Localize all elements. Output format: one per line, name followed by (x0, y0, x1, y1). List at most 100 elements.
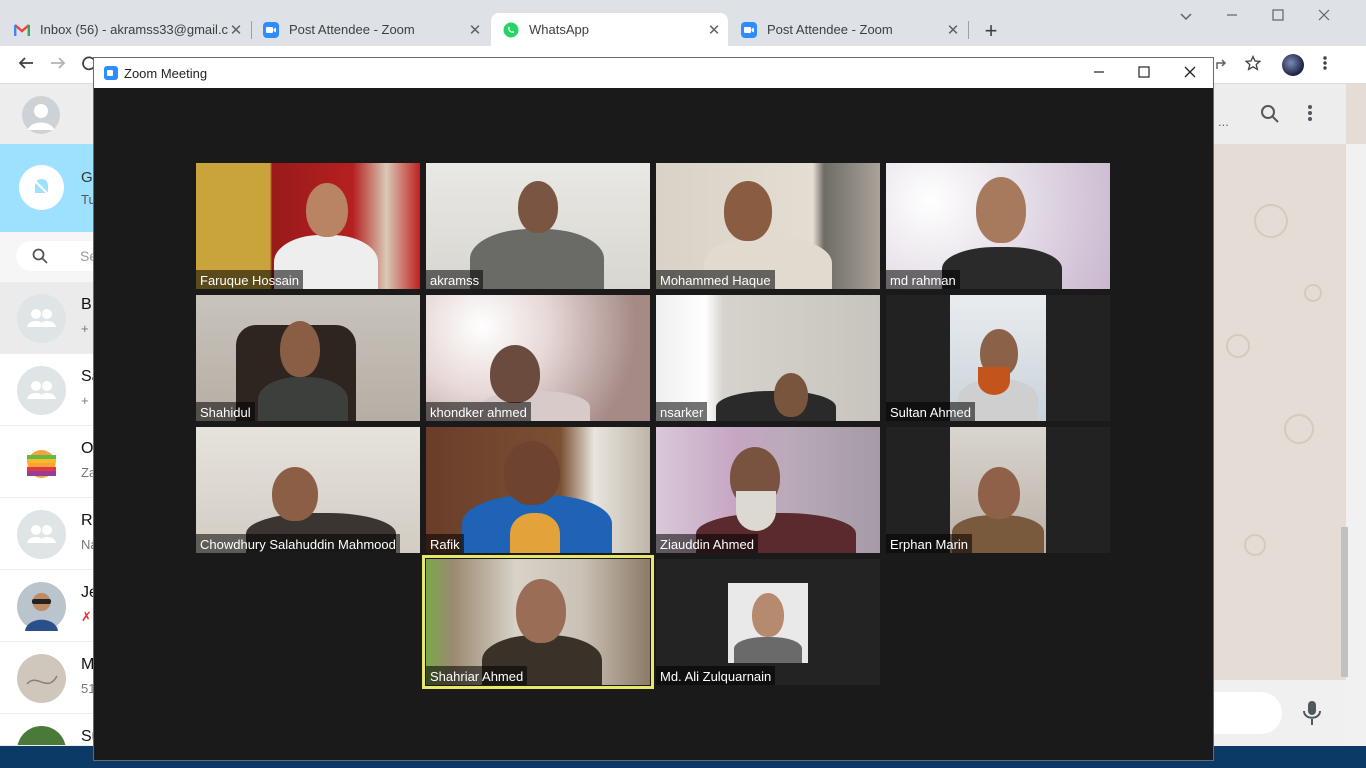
my-avatar[interactable] (22, 96, 60, 134)
gmail-icon (14, 22, 30, 38)
close-window-icon[interactable] (1180, 63, 1200, 83)
notifications-off-icon (19, 165, 64, 210)
participant-name: Rafik (426, 534, 464, 553)
contact-photo-avatar (17, 654, 66, 703)
tab-title: Post Attendee - Zoom (289, 22, 415, 37)
message-input[interactable] (1214, 692, 1282, 734)
chat-item[interactable]: Sa + (0, 354, 101, 426)
search-icon (32, 248, 48, 269)
participant-video-tile[interactable]: akramss (426, 163, 650, 289)
tab-title: WhatsApp (529, 22, 589, 37)
tab-whatsapp[interactable]: WhatsApp ✕ (491, 13, 728, 46)
chat-preview: + (81, 393, 89, 408)
participant-profile-photo (728, 583, 808, 663)
chat-name: R (81, 512, 93, 529)
maximize-icon[interactable] (1134, 63, 1154, 83)
tab-gmail[interactable]: Inbox (56) - akramss33@gmail.co ✕ (14, 13, 250, 46)
minimize-icon[interactable] (1089, 63, 1109, 83)
close-window-icon[interactable] (1314, 8, 1334, 26)
participant-name: Ziauddin Ahmed (656, 534, 758, 553)
zoom-title-bar: Zoom Meeting (94, 58, 1213, 88)
menu-dots-icon[interactable] (1308, 104, 1312, 127)
participant-video-tile[interactable]: Rafik (426, 427, 650, 553)
scrollbar-thumb[interactable] (1341, 527, 1348, 677)
participant-name: Shahidul (196, 402, 255, 421)
participant-video-tile-active-speaker[interactable]: Shahriar Ahmed (422, 555, 654, 689)
chat-item[interactable]: R Na (0, 498, 98, 570)
zoom-icon (741, 21, 757, 38)
forward-arrow-icon[interactable] (47, 55, 69, 76)
participant-video-tile[interactable]: Chowdhury Salahuddin Mahmood (196, 427, 420, 553)
wallpaper-doodle (1254, 204, 1288, 238)
participant-name: khondker ahmed (426, 402, 531, 421)
wallpaper-doodle (1304, 284, 1322, 302)
gallery-view: Faruque Hossain akramss Mohammed Haque m… (94, 88, 1213, 760)
zoom-meeting-window: Zoom Meeting Faruque Hossain akramss Moh… (93, 57, 1214, 761)
minimize-icon[interactable] (1222, 8, 1242, 26)
maximize-icon[interactable] (1268, 8, 1288, 26)
participant-name: akramss (426, 270, 484, 289)
new-tab-button[interactable]: + (980, 18, 1002, 44)
zoom-window-title: Zoom Meeting (124, 66, 208, 81)
zoom-icon (263, 21, 279, 38)
search-icon[interactable] (1260, 104, 1280, 129)
participant-video-tile[interactable]: nsarker (656, 295, 880, 421)
participant-name: Md. Ali Zulquarnain (656, 666, 776, 685)
participant-video-tile[interactable]: Sultan Ahmed (886, 295, 1110, 421)
participant-video-tile[interactable]: Faruque Hossain (196, 163, 420, 289)
participant-video-tile[interactable]: Ziauddin Ahmed (656, 427, 880, 553)
tab-strip: Inbox (56) - akramss33@gmail.co ✕ Post A… (0, 0, 1366, 46)
whatsapp-icon (503, 22, 519, 38)
back-arrow-icon[interactable] (15, 55, 37, 76)
chrome-menu-icon[interactable] (1314, 55, 1336, 76)
participant-video-tile[interactable]: Md. Ali Zulquarnain (656, 559, 880, 685)
chat-item[interactable]: O Za (0, 426, 96, 498)
group-avatar-icon (17, 510, 66, 559)
participant-video-tile[interactable]: md rahman (886, 163, 1110, 289)
participant-video-tile[interactable]: Erphan Marin (886, 427, 1110, 553)
close-tab-icon[interactable]: ✕ (945, 21, 961, 39)
group-avatar-icon (17, 366, 66, 415)
chat-item[interactable]: M 51 (0, 642, 95, 714)
chat-name: B (81, 296, 92, 313)
contact-photo-avatar (17, 726, 66, 745)
chat-item[interactable]: Su (0, 714, 94, 746)
group-avatar-icon (17, 294, 66, 343)
tab-separator (251, 21, 252, 39)
participant-name: Sultan Ahmed (886, 402, 975, 421)
close-tab-icon[interactable]: ✕ (228, 21, 244, 39)
tab-zoom-1[interactable]: Post Attendee - Zoom ✕ (253, 13, 489, 46)
conversation-header: ... (1214, 84, 1346, 144)
tab-title: Inbox (56) - akramss33@gmail.co (40, 22, 228, 37)
participant-name: Chowdhury Salahuddin Mahmood (196, 534, 400, 553)
participant-name: nsarker (656, 402, 708, 421)
microphone-icon[interactable] (1302, 700, 1322, 731)
participant-video-tile[interactable]: Mohammed Haque (656, 163, 880, 289)
contact-photo-avatar (17, 582, 66, 631)
scrollbar-track[interactable] (1346, 144, 1366, 746)
chat-item[interactable]: Je ✗ (0, 570, 98, 642)
participant-video-tile[interactable]: khondker ahmed (426, 295, 650, 421)
participant-video-tile[interactable]: Shahidul (196, 295, 420, 421)
apple-logo-avatar (17, 438, 66, 487)
chat-preview: + (81, 321, 89, 336)
participant-name: md rahman (886, 270, 960, 289)
chat-preview: ✗ (81, 609, 92, 624)
zoom-logo-icon (104, 66, 118, 80)
close-tab-icon[interactable]: ✕ (706, 21, 722, 39)
close-tab-icon[interactable]: ✕ (467, 21, 483, 39)
participant-name: Shahriar Ahmed (426, 666, 528, 685)
participant-name: Mohammed Haque (656, 270, 775, 289)
profile-avatar[interactable] (1282, 54, 1304, 76)
share-icon[interactable] (1212, 55, 1234, 76)
notice-title: G (81, 169, 93, 186)
bookmark-star-icon[interactable] (1242, 54, 1264, 76)
wallpaper-doodle (1244, 534, 1266, 556)
tab-zoom-2[interactable]: Post Attendee - Zoom ✕ (731, 13, 967, 46)
chat-item[interactable]: B + (0, 282, 94, 354)
wallpaper-doodle (1284, 414, 1314, 444)
chat-name: O (81, 440, 94, 457)
participant-name: Faruque Hossain (196, 270, 303, 289)
tab-title: Post Attendee - Zoom (767, 22, 893, 37)
tab-search-chevron-icon[interactable] (1176, 8, 1196, 26)
